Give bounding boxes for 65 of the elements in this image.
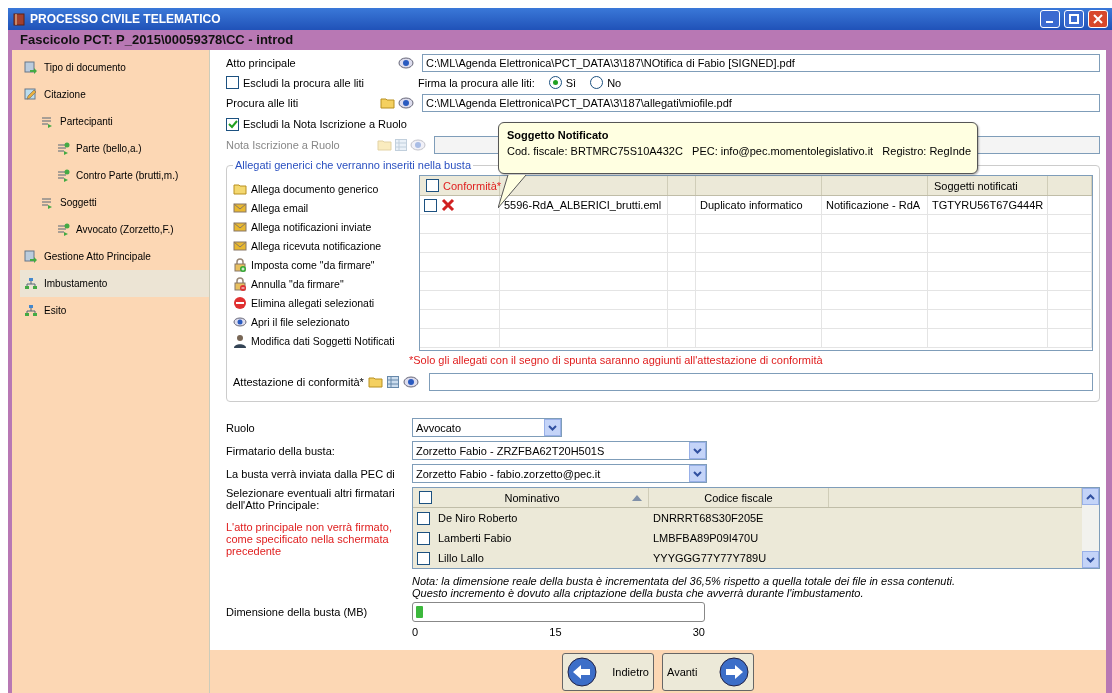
action-link[interactable]: Allega notificazioni inviate bbox=[251, 220, 372, 233]
table-cell: Lillo Lallo bbox=[438, 552, 484, 564]
group-title: Allegati generici che verranno inseriti nella busta bbox=[234, 159, 473, 171]
input-field[interactable]: C:\ML\Agenda Elettronica\PCT_DATA\3\187\NOtifica di Fabio [SIGNED].pdf bbox=[422, 53, 1100, 72]
sidebar-item[interactable]: Esito bbox=[20, 297, 209, 324]
action-link[interactable]: Allega documento generico bbox=[251, 182, 379, 195]
table-cell: De Niro Roberto bbox=[438, 512, 518, 524]
field-label: La busta verrà inviata dalla PEC di bbox=[226, 467, 396, 480]
action-link[interactable]: Allega ricevuta notificazione bbox=[251, 239, 382, 252]
dropdown[interactable]: Zorzetto Fabio - fabio.zorzetto@pec.it bbox=[412, 464, 707, 483]
radio-label: Firma la procura alle liti: bbox=[418, 76, 535, 89]
sidebar-item[interactable]: Avvocato (Zorzetto,F.) bbox=[20, 216, 209, 243]
tick-label: 15 bbox=[549, 626, 562, 638]
sidebar-item[interactable]: Citazione bbox=[20, 81, 209, 108]
column-header[interactable]: Conformità* bbox=[443, 179, 502, 192]
table-cell-text: LMBFBA89P09I470U bbox=[652, 531, 760, 546]
sidebar-item[interactable]: Contro Parte (brutti,m.) bbox=[20, 162, 209, 189]
dropdown[interactable]: Zorzetto Fabio - ZRZFBA62T20H501S bbox=[412, 441, 707, 460]
dropdown[interactable]: Avvocato bbox=[412, 418, 562, 437]
warning-text: L'atto principale non verrà firmato, come specificato nella schermata precedente bbox=[226, 521, 393, 557]
action-link[interactable]: Annulla "da firmare" bbox=[251, 277, 344, 290]
checkbox-label: Escludi la procura alle liti bbox=[243, 76, 366, 89]
action-link[interactable]: Imposta come "da firmare" bbox=[251, 258, 375, 271]
action-link[interactable]: Modifica dati Soggetti Notificati bbox=[251, 334, 395, 347]
sidebar-item[interactable]: Tipo di documento bbox=[20, 54, 209, 81]
table-cell: TGTYRU56T67G444R bbox=[928, 196, 1048, 214]
radio-label: Sì bbox=[565, 76, 577, 89]
note-text: Nota: la dimensione reale della busta è incrementata del 36,5% rispetto a quella totale dei file in essa contenuti. bbox=[412, 575, 955, 587]
case-title: Fascicolo PCT: P_2015\00059378\CC - introd bbox=[19, 31, 295, 49]
table-cell: Notificazione - RdA bbox=[822, 196, 928, 214]
table-cell-text: DNRRRT68S30F205E bbox=[652, 511, 765, 526]
table-cell: Lamberti Fabio bbox=[438, 532, 512, 544]
field-label: Nota Iscrizione a Ruolo bbox=[226, 139, 341, 151]
field-label: Firmatario della busta: bbox=[226, 444, 336, 457]
radio-label: No bbox=[607, 76, 622, 89]
next-button[interactable]: Avanti bbox=[662, 652, 754, 691]
tooltip-title: Soggetto Notificato bbox=[507, 129, 610, 141]
sidebar-item[interactable]: Parte (bello,a.) bbox=[20, 135, 209, 162]
column-header[interactable]: Soggetti notificati bbox=[934, 179, 1018, 192]
sidebar-item[interactable]: Imbustamento bbox=[20, 270, 209, 297]
back-button[interactable]: Indietro bbox=[562, 652, 654, 691]
action-link[interactable]: Elimina allegati selezionati bbox=[251, 296, 375, 309]
checkbox-label: Escludi la Nota Iscrizione a Ruolo bbox=[243, 118, 407, 130]
sidebar-item[interactable]: Soggetti bbox=[20, 189, 209, 216]
field-label: Ruolo bbox=[226, 421, 256, 434]
tooltip-text: Cod. fiscale: BRTMRC75S10A432C PEC: info@pec.momentolegislativo.it Registro: RegInde bbox=[507, 145, 969, 157]
input-field[interactable]: C:\ML\Agenda Elettronica\PCT_DATA\3\187\allegati\miofile.pdf bbox=[422, 93, 1100, 112]
field-label: Dimensione della busta (MB) bbox=[226, 606, 369, 618]
action-link[interactable]: Apri il file selezionato bbox=[251, 315, 350, 328]
note-text: Questo incremento è dovuto alla criptazione della busta che avverrà durante l'imbustamento. bbox=[412, 587, 864, 599]
window-title: PROCESSO CIVILE TELEMATICO bbox=[30, 12, 222, 26]
table-cell: Duplicato informatico bbox=[696, 196, 822, 214]
column-header[interactable]: Nominativo bbox=[504, 491, 560, 504]
sidebar-item[interactable]: Partecipanti bbox=[20, 108, 209, 135]
tick-label: 30 bbox=[692, 626, 705, 638]
action-link[interactable]: Allega email bbox=[251, 201, 309, 214]
column-header[interactable]: Codice fiscale bbox=[649, 488, 829, 507]
table-cell-text: YYYGGG77Y77Y789U bbox=[652, 551, 768, 566]
conformity-note: *Solo gli allegati con il segno di spunta saranno aggiunti all'attestazione di conformità bbox=[409, 354, 823, 366]
field-label: Procura alle liti bbox=[226, 96, 300, 109]
tick-label: 0 bbox=[412, 626, 419, 638]
field-label: Atto principale bbox=[226, 56, 297, 69]
sidebar-item[interactable]: Gestione Atto Principale bbox=[20, 243, 209, 270]
field-label: Selezionare eventuali altri firmatari dell'Atto Principale: bbox=[226, 487, 396, 511]
field-label: Attestazione di conformità* bbox=[233, 376, 364, 388]
